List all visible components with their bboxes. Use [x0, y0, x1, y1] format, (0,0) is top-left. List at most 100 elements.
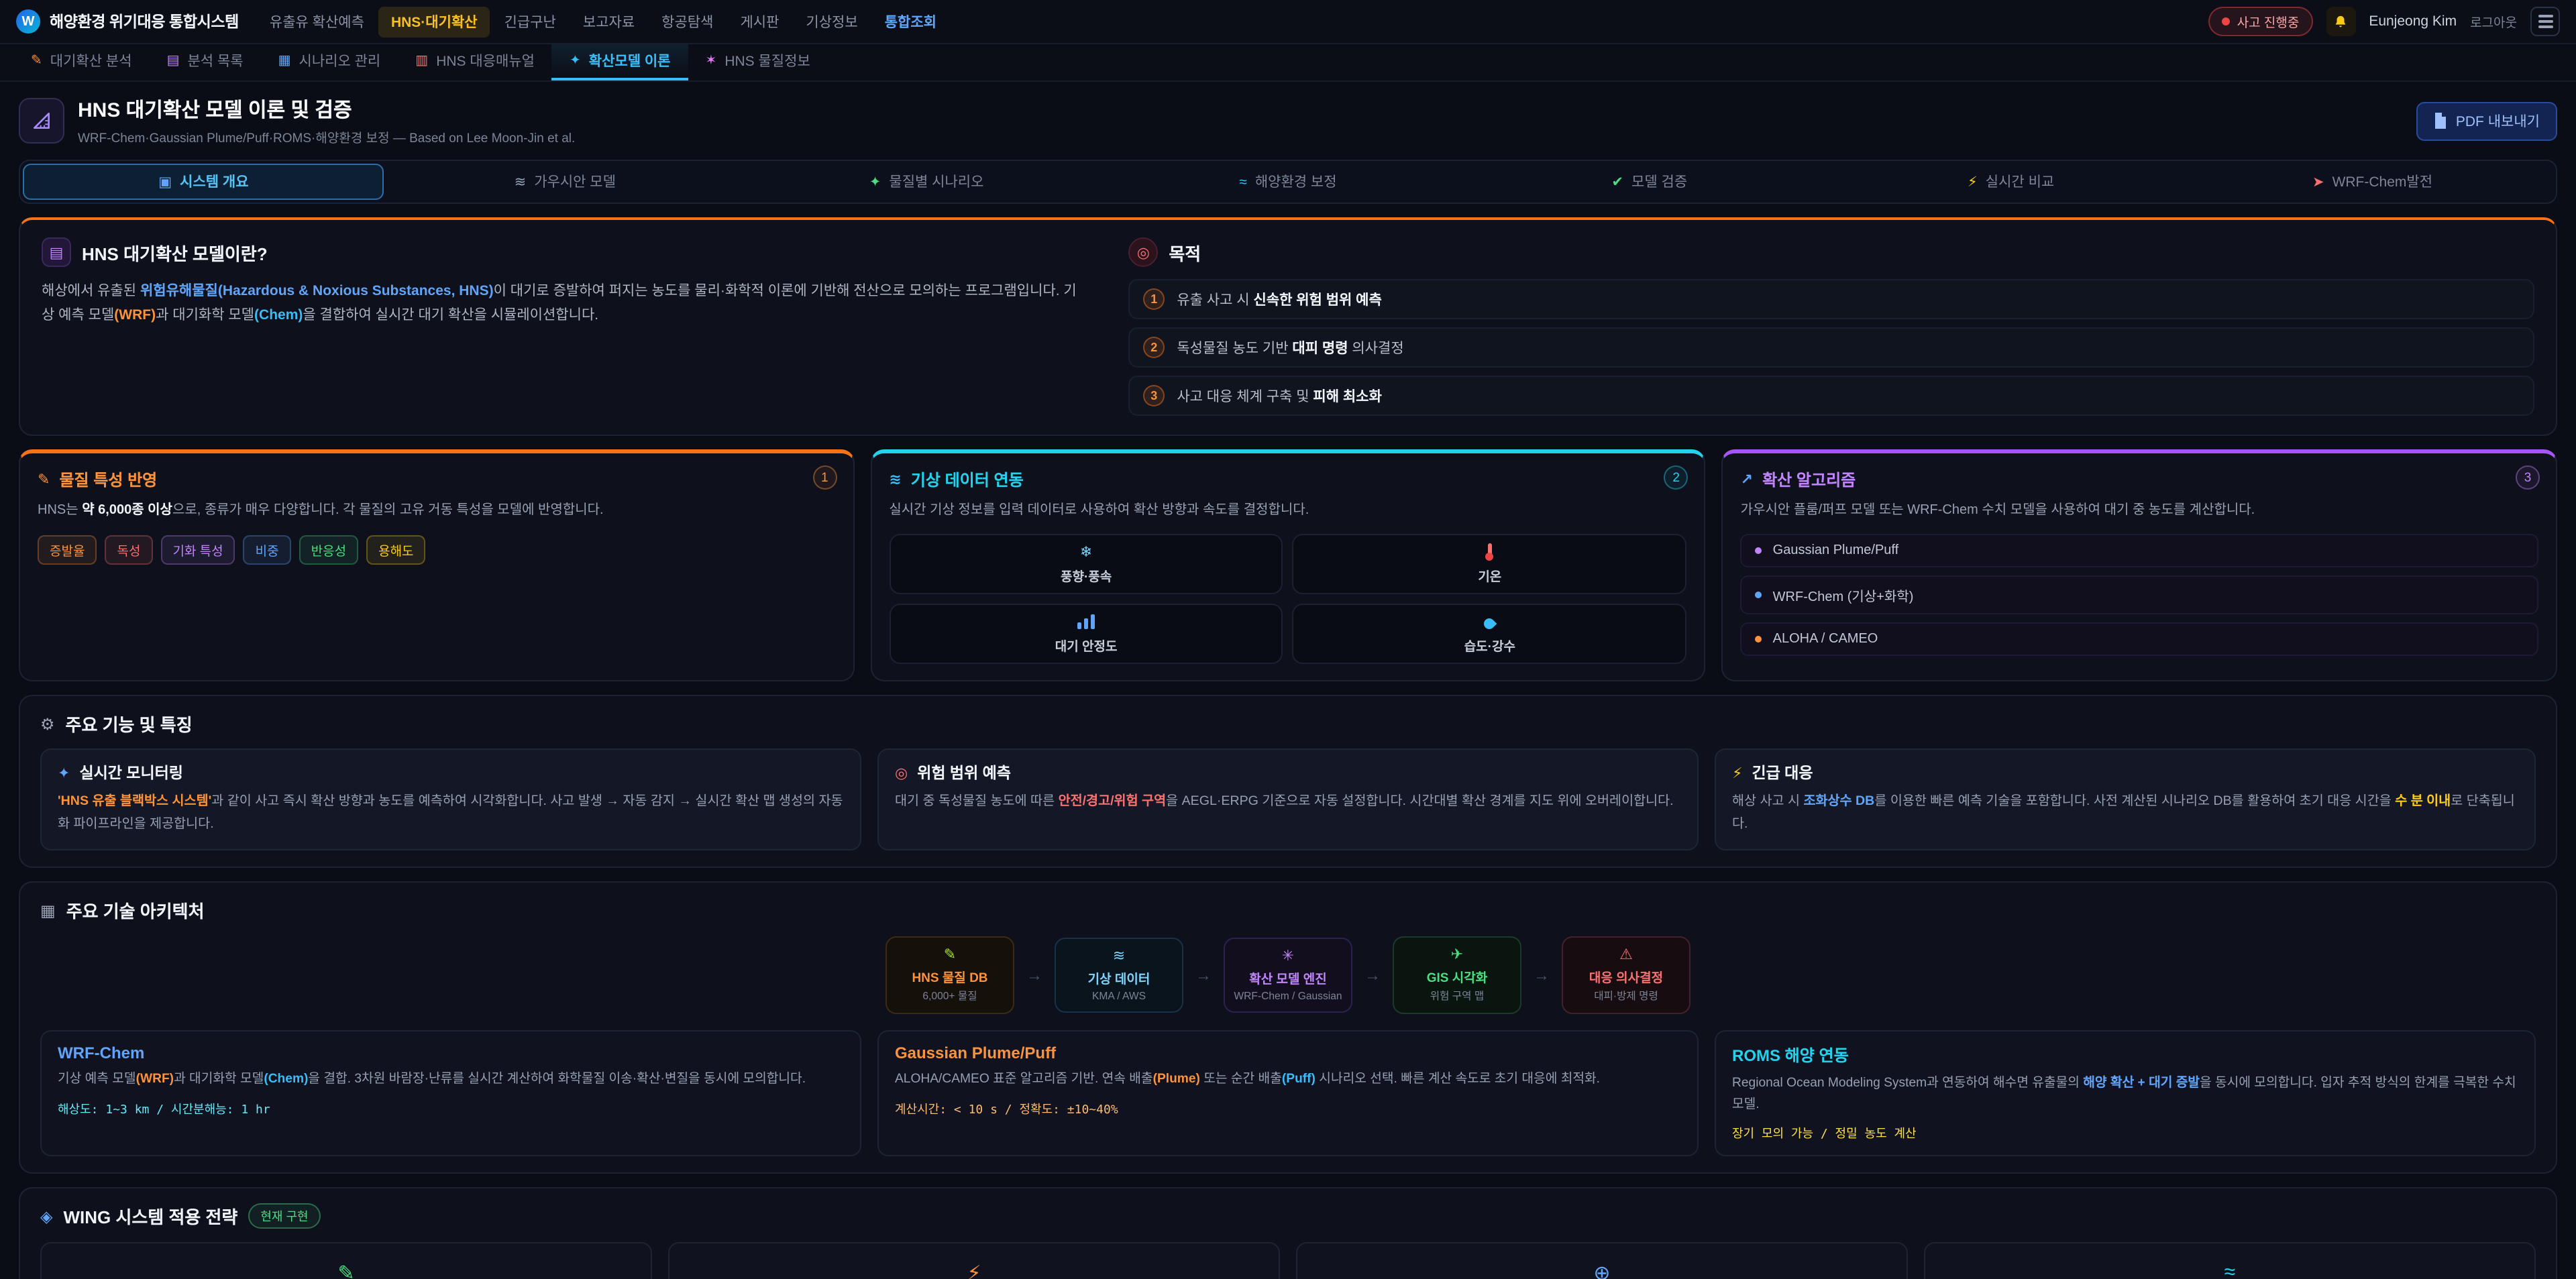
ruler-icon — [19, 98, 64, 144]
pdf-export-button[interactable]: PDF 내보내기 — [2417, 101, 2557, 140]
notification-bell-icon[interactable] — [2326, 7, 2355, 36]
functions-section: ⚙ 주요 기능 및 특징 ✦실시간 모니터링 'HNS 유출 블랙박스 시스템'… — [19, 695, 2557, 868]
app-logo[interactable]: W 해양환경 위기대응 통합시스템 — [16, 9, 239, 34]
flow-hns-db: ✎ HNS 물질 DB 6,000+ 물질 — [885, 936, 1014, 1014]
tab-analysis-list[interactable]: ▤ 분석 목록 — [150, 44, 261, 80]
nav-item-rescue[interactable]: 긴급구난 — [492, 6, 568, 37]
nav-item-weather-info[interactable]: 기상정보 — [794, 6, 869, 37]
tab-system-overview[interactable]: ▣ 시스템 개요 — [23, 164, 384, 200]
tab-hns-substance-info[interactable]: ✶ HNS 물질정보 — [688, 44, 828, 80]
nav-item-hns-air-diffusion[interactable]: HNS·대기확산 — [379, 6, 490, 37]
tag-solubility: 용해도 — [366, 535, 425, 565]
tab-label: 실시간 비교 — [1986, 172, 2054, 192]
nav-item-integrated-search[interactable]: 통합조회 — [873, 6, 949, 37]
tab-scenario-management[interactable]: ▦ 시나리오 관리 — [261, 44, 398, 80]
compass-icon: ◈ — [40, 1207, 52, 1225]
tab-ocean-correction[interactable]: ≈ 해양환경 보정 — [1108, 164, 1469, 200]
number-badge: 3 — [1143, 385, 1165, 406]
pencil-icon: ✎ — [894, 946, 1006, 963]
tab-label: 해양환경 보정 — [1255, 172, 1337, 192]
pencil-icon: ✎ — [38, 471, 50, 488]
tag-toxicity: 독성 — [105, 535, 152, 565]
page-header: HNS 대기확산 모델 이론 및 검증 WRF-Chem·Gaussian Pl… — [19, 95, 2557, 146]
section-tab-bar: ▣ 시스템 개요 ≋ 가우시안 모델 ✦ 물질별 시나리오 ≈ 해양환경 보정 … — [19, 160, 2557, 204]
intro-section: ▤ HNS 대기확산 모델이란? 해상에서 유출된 위험유해물질(Hazardo… — [19, 217, 2557, 436]
property-tags: 증발율 독성 기화 특성 비중 반응성 용해도 — [38, 535, 835, 565]
flow-weather-data: ≋ 기상 데이터 KMA / AWS — [1055, 938, 1183, 1013]
algorithm-list: Gaussian Plume/Puff WRF-Chem (기상+화학) ALO… — [1741, 534, 2538, 656]
hns-db-card: ✎ HNS DB 연동 CHRIS/CAMEO DB 6,000+종 물질 정보 — [40, 1242, 652, 1279]
nav-item-reports[interactable]: 보고자료 — [571, 6, 647, 37]
wrfchem-card: WRF-Chem 기상 예측 모델(WRF)과 대기화학 모델(Chem)을 결… — [40, 1030, 861, 1156]
card-title: 물질 특성 반영 — [59, 468, 157, 491]
nav-item-aerial-search[interactable]: 항공탐색 — [649, 6, 725, 37]
card-header: ≋ 기상 데이터 연동 — [889, 468, 1686, 491]
section-title: 주요 기술 아키텍처 — [66, 897, 205, 923]
card-description: ALOHA/CAMEO 표준 알고리즘 기반. 연속 배출(Plume) 또는 … — [895, 1069, 1681, 1090]
tab-wrfchem-evolution[interactable]: ➤ WRF-Chem발전 — [2192, 164, 2553, 200]
tab-label: WRF-Chem발전 — [2332, 172, 2432, 192]
tag-reactivity: 반응성 — [299, 535, 358, 565]
logo-icon: W — [16, 9, 40, 34]
rocket-icon: ➤ — [2312, 174, 2324, 190]
section-header: ◈ WING 시스템 적용 전략 현재 구현 — [40, 1203, 2536, 1229]
tag-vaporization: 기화 특성 — [160, 535, 235, 565]
tab-realtime-compare[interactable]: ⚡ 실시간 비교 — [1830, 164, 2192, 200]
purpose-title: 목적 — [1169, 239, 1201, 265]
weather-grid: ❄ 풍향·풍속 기온 대기 안정도 습도·강수 — [889, 534, 1686, 664]
tab-substance-scenarios[interactable]: ✦ 물질별 시나리오 — [746, 164, 1108, 200]
card-title: 실시간 모니터링 — [79, 762, 183, 783]
atom-icon: ✶ — [706, 54, 717, 68]
purpose-item: 3 사고 대응 체계 구축 및 피해 최소화 — [1128, 376, 2534, 416]
section-header: ⚙ 주요 기능 및 특징 — [40, 711, 2536, 736]
tab-diffusion-model-theory[interactable]: ✦ 확산모델 이론 — [552, 44, 688, 80]
list-icon: ▤ — [167, 54, 180, 68]
target-icon: ◎ — [1128, 237, 1158, 267]
arrow-icon: → — [1534, 966, 1550, 985]
logout-button[interactable]: 로그아웃 — [2470, 12, 2517, 31]
section-title: 주요 기능 및 특징 — [66, 711, 193, 736]
trend-up-icon: ↗ — [1741, 471, 1753, 488]
gaussian-model-card: ⚡ 가우시안 모델 ALOHA + 이류확산 계산 초기대응 10초 이내 — [668, 1242, 1280, 1279]
building-icon: ▦ — [40, 901, 56, 920]
wind-icon: ≋ — [889, 471, 901, 488]
temperature-cell: 기온 — [1293, 534, 1687, 594]
tab-gaussian-model[interactable]: ≋ 가우시안 모델 — [384, 164, 746, 200]
page-header-left: HNS 대기확산 모델 이론 및 검증 WRF-Chem·Gaussian Pl… — [19, 95, 575, 146]
number-badge: 2 — [1143, 337, 1165, 358]
menu-icon[interactable] — [2530, 7, 2560, 36]
intro-definition: ▤ HNS 대기확산 모델이란? 해상에서 유출된 위험유해물질(Hazardo… — [42, 237, 1083, 416]
card-specs: 해상도: 1~3 km / 시간분해능: 1 hr — [58, 1099, 844, 1117]
tab-label: 확산모델 이론 — [589, 51, 671, 71]
incident-status-label: 사고 진행중 — [2237, 12, 2300, 31]
tab-air-diffusion-analysis[interactable]: ✎ 대기확산 분석 — [13, 44, 150, 80]
architecture-section: ▦ 주요 기술 아키텍처 ✎ HNS 물질 DB 6,000+ 물질 → ≋ 기… — [19, 881, 2557, 1174]
satellite-icon: ✦ — [58, 764, 70, 781]
roms-card: ROMS 해양 연동 Regional Ocean Modeling Syste… — [1715, 1030, 2536, 1156]
tab-hns-manual[interactable]: ▥ HNS 대응매뉴얼 — [398, 44, 552, 80]
pdf-export-label: PDF 내보내기 — [2456, 111, 2540, 131]
gear-icon: ⚙ — [40, 714, 55, 733]
test-tube-icon: ✦ — [869, 174, 881, 190]
card-title: 위험 범위 예측 — [917, 762, 1011, 783]
bullet-icon — [1756, 592, 1762, 598]
wrfchem-integration-card: ⊕ WRF-Chem 정밀 수치 모의 3D 확산 시뮬레이션 — [1296, 1242, 1908, 1279]
wind-icon: ≋ — [515, 174, 527, 190]
tab-label: HNS 물질정보 — [724, 51, 810, 71]
tab-label: 물질별 시나리오 — [889, 172, 983, 192]
pencil-icon: ✎ — [337, 1262, 354, 1279]
humidity-cell: 습도·강수 — [1293, 604, 1687, 664]
lightning-icon: ⚡ — [1732, 764, 1742, 781]
app-title: 해양환경 위기대응 통합시스템 — [50, 11, 239, 32]
intro-title: HNS 대기확산 모델이란? — [82, 239, 268, 265]
book-icon: ▥ — [415, 54, 428, 68]
lightning-icon: ⚡ — [1968, 174, 1978, 190]
tab-model-validation[interactable]: ✔ 모델 검증 — [1468, 164, 1830, 200]
user-name[interactable]: Eunjeong Kim — [2369, 13, 2457, 30]
tab-label: 시스템 개요 — [180, 172, 248, 192]
card-description: 대기 중 독성물질 농도에 따른 안전/경고/위험 구역을 AEGL·ERPG … — [895, 791, 1681, 814]
nav-item-oil-diffusion[interactable]: 유출유 확산예측 — [258, 6, 376, 37]
intro-header: ▤ HNS 대기확산 모델이란? — [42, 237, 1083, 267]
nav-item-board[interactable]: 게시판 — [728, 6, 791, 37]
wrf-highlight: (WRF) — [114, 307, 156, 323]
